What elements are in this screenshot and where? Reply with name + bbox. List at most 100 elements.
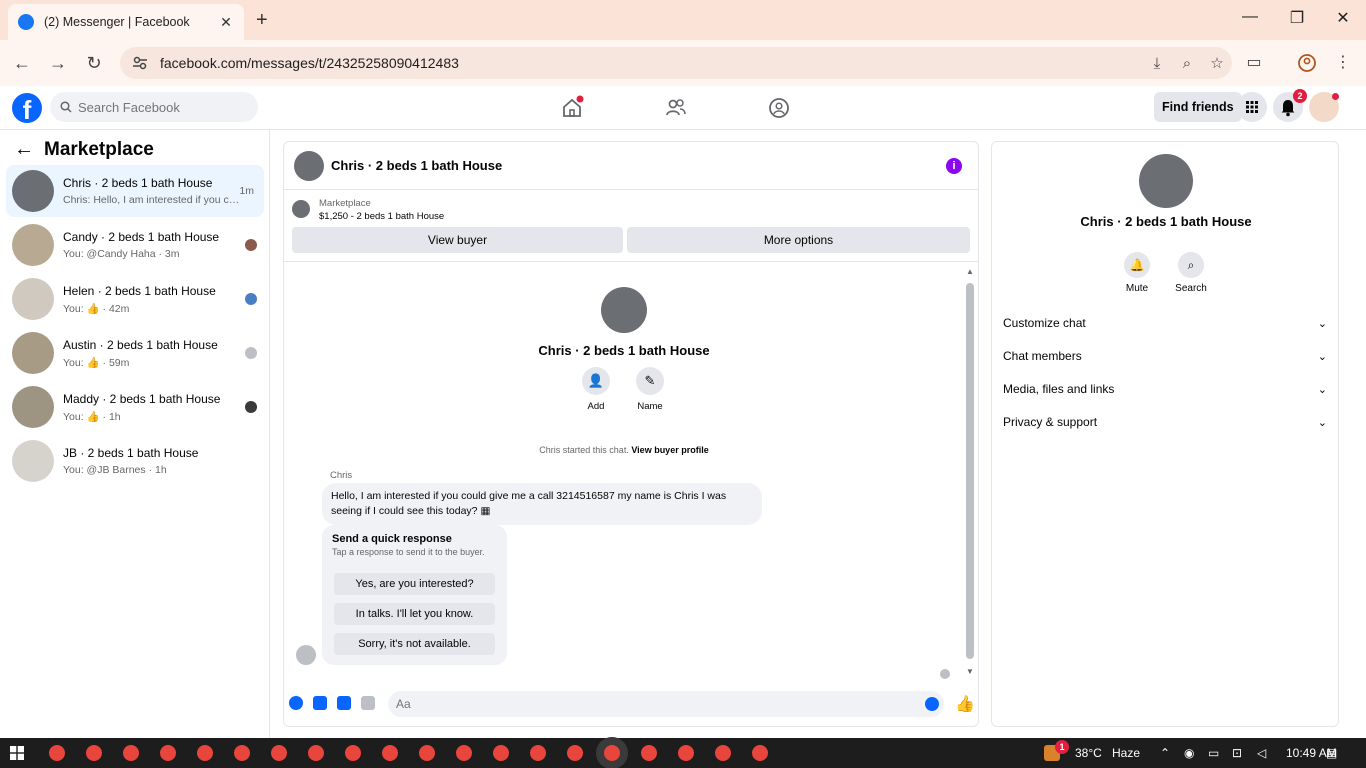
chat-members-section[interactable]: Chat members ⌄ xyxy=(1003,346,1327,366)
scroll-down-icon[interactable]: ▼ xyxy=(966,667,974,676)
zoom-icon[interactable]: ⌕ xyxy=(1172,55,1202,72)
customize-chat-section[interactable]: Customize chat ⌄ xyxy=(1003,313,1327,333)
chat-avatar[interactable] xyxy=(294,150,324,181)
close-tab-icon[interactable]: ✕ xyxy=(218,14,234,31)
search-input[interactable] xyxy=(78,99,248,115)
back-icon[interactable]: ← xyxy=(11,52,33,74)
windows-start-icon[interactable] xyxy=(10,746,24,760)
tab-search-icon[interactable]: ▭ xyxy=(1243,52,1265,74)
chrome-app-icon[interactable] xyxy=(641,745,657,761)
info-icon[interactable]: i xyxy=(946,157,962,174)
account-avatar[interactable] xyxy=(1309,92,1339,122)
grid-icon xyxy=(1246,101,1258,113)
chrome-app-icon[interactable] xyxy=(160,745,176,761)
record-icon[interactable]: ◉ xyxy=(1184,746,1194,760)
scroll-up-icon[interactable]: ▲ xyxy=(966,267,974,276)
chrome-app-icon[interactable] xyxy=(419,745,435,761)
listing-price[interactable]: $1,250 - 2 beds 1 bath House xyxy=(319,211,444,222)
chrome-app-icon[interactable] xyxy=(86,745,102,761)
forward-icon[interactable]: → xyxy=(47,52,69,74)
more-options-button[interactable]: More options xyxy=(627,227,970,253)
listing-thumbnail[interactable] xyxy=(292,200,310,218)
chrome-app-icon[interactable] xyxy=(752,745,768,761)
chrome-app-icon[interactable] xyxy=(271,745,287,761)
search-in-chat-button[interactable]: ⌕ Search xyxy=(1166,252,1216,294)
chrome-app-icon[interactable] xyxy=(49,745,65,761)
profile-intro: Chris · 2 beds 1 bath House xyxy=(284,287,964,358)
friends-icon[interactable] xyxy=(662,95,690,121)
conversation-preview: You: @JB Barnes · 1h xyxy=(63,464,167,476)
install-app-icon[interactable]: ⤓ xyxy=(1142,55,1172,72)
add-people-button[interactable]: 👤 Add xyxy=(571,367,621,412)
back-arrow-icon[interactable]: ← xyxy=(14,138,34,161)
chrome-app-icon-active[interactable] xyxy=(604,745,620,761)
privacy-support-section[interactable]: Privacy & support ⌄ xyxy=(1003,412,1327,432)
conversation-avatar xyxy=(12,278,54,320)
bookmark-star-icon[interactable]: ☆ xyxy=(1202,54,1232,72)
omnibox[interactable]: facebook.com/messages/t/2432525809041248… xyxy=(120,47,1232,79)
view-buyer-profile-link[interactable]: View buyer profile xyxy=(631,445,708,455)
conversation-helen[interactable]: Helen · 2 beds 1 bath House You: 👍 · 42m xyxy=(6,273,264,325)
conversation-chris[interactable]: Chris · 2 beds 1 bath House Chris: Hello… xyxy=(6,165,264,217)
temperature[interactable]: 38°C xyxy=(1075,746,1102,760)
conversation-austin[interactable]: Austin · 2 beds 1 bath House You: 👍 · 59… xyxy=(6,327,264,379)
new-tab-icon[interactable]: + xyxy=(256,10,268,30)
chrome-app-icon[interactable] xyxy=(123,745,139,761)
gif-icon[interactable] xyxy=(361,696,375,710)
chrome-app-icon[interactable] xyxy=(197,745,213,761)
thumbs-up-icon[interactable]: 👍 xyxy=(955,694,975,714)
reload-icon[interactable]: ↻ xyxy=(83,52,105,74)
chrome-app-icon[interactable] xyxy=(715,745,731,761)
sticker-icon[interactable] xyxy=(337,696,351,710)
edit-name-button[interactable]: ✎ Name xyxy=(625,367,675,412)
browser-menu-icon[interactable]: ⋮ xyxy=(1332,52,1354,74)
plus-icon[interactable] xyxy=(289,696,303,710)
find-friends-button[interactable]: Find friends xyxy=(1154,92,1242,122)
chrome-app-icon[interactable] xyxy=(345,745,361,761)
chrome-app-icon[interactable] xyxy=(308,745,324,761)
site-settings-icon[interactable] xyxy=(132,55,148,71)
chrome-app-icon[interactable] xyxy=(382,745,398,761)
menu-grid-button[interactable] xyxy=(1237,92,1267,122)
facebook-logo-icon[interactable]: f xyxy=(12,93,42,123)
home-icon[interactable] xyxy=(558,95,586,121)
conversation-maddy[interactable]: Maddy · 2 beds 1 bath House You: 👍 · 1h xyxy=(6,381,264,433)
window-close-icon[interactable]: ✕ xyxy=(1333,8,1353,28)
chrome-app-icon[interactable] xyxy=(530,745,546,761)
chrome-app-icon[interactable] xyxy=(678,745,694,761)
restore-icon[interactable]: ❐ xyxy=(1287,8,1307,28)
view-buyer-button[interactable]: View buyer xyxy=(292,227,623,253)
weather-condition[interactable]: Haze xyxy=(1112,746,1140,760)
network-icon[interactable]: ⊡ xyxy=(1232,746,1242,760)
message-input[interactable] xyxy=(388,691,944,717)
photo-icon[interactable] xyxy=(313,696,327,710)
conversation-preview: You: 👍 · 1h xyxy=(63,410,121,423)
chrome-app-icon[interactable] xyxy=(567,745,583,761)
browser-tab[interactable]: (2) Messenger | Facebook ✕ xyxy=(8,4,244,40)
profile-icon[interactable] xyxy=(1296,52,1318,74)
volume-icon[interactable]: ◁ xyxy=(1257,746,1266,760)
battery-icon[interactable]: ▭ xyxy=(1208,746,1219,760)
conversation-jb[interactable]: JB · 2 beds 1 bath House You: @JB Barnes… xyxy=(6,435,264,487)
chrome-app-icon[interactable] xyxy=(234,745,250,761)
notification-center-icon[interactable]: ▤ xyxy=(1326,746,1337,760)
chat-title[interactable]: Chris · 2 beds 1 bath House xyxy=(331,158,946,173)
quick-reply-interested[interactable]: Yes, are you interested? xyxy=(334,573,495,595)
conversation-candy[interactable]: Candy · 2 beds 1 bath House You: @Candy … xyxy=(6,219,264,271)
media-files-links-section[interactable]: Media, files and links ⌄ xyxy=(1003,379,1327,399)
mute-button[interactable]: 🔔 Mute xyxy=(1112,252,1162,294)
scrollbar[interactable] xyxy=(966,283,974,659)
chrome-app-icon[interactable] xyxy=(456,745,472,761)
message-thread[interactable]: ▲ ▼ Chris · 2 beds 1 bath House 👤 Add ✎ … xyxy=(284,263,978,683)
tray-chevron-up-icon[interactable]: ⌃ xyxy=(1160,746,1170,760)
chrome-app-icon[interactable] xyxy=(493,745,509,761)
facebook-search[interactable] xyxy=(50,92,258,122)
quick-reply-not-available[interactable]: Sorry, it's not available. xyxy=(334,633,495,655)
incoming-message[interactable]: Hello, I am interested if you could give… xyxy=(322,483,762,525)
emoji-icon[interactable] xyxy=(925,697,939,711)
quick-reply-in-talks[interactable]: In talks. I'll let you know. xyxy=(334,603,495,625)
conversation-name: JB · 2 beds 1 bath House xyxy=(63,446,199,460)
groups-icon[interactable] xyxy=(765,95,793,121)
notifications-button[interactable]: 2 xyxy=(1273,89,1307,122)
minimize-icon[interactable]: — xyxy=(1240,8,1260,26)
